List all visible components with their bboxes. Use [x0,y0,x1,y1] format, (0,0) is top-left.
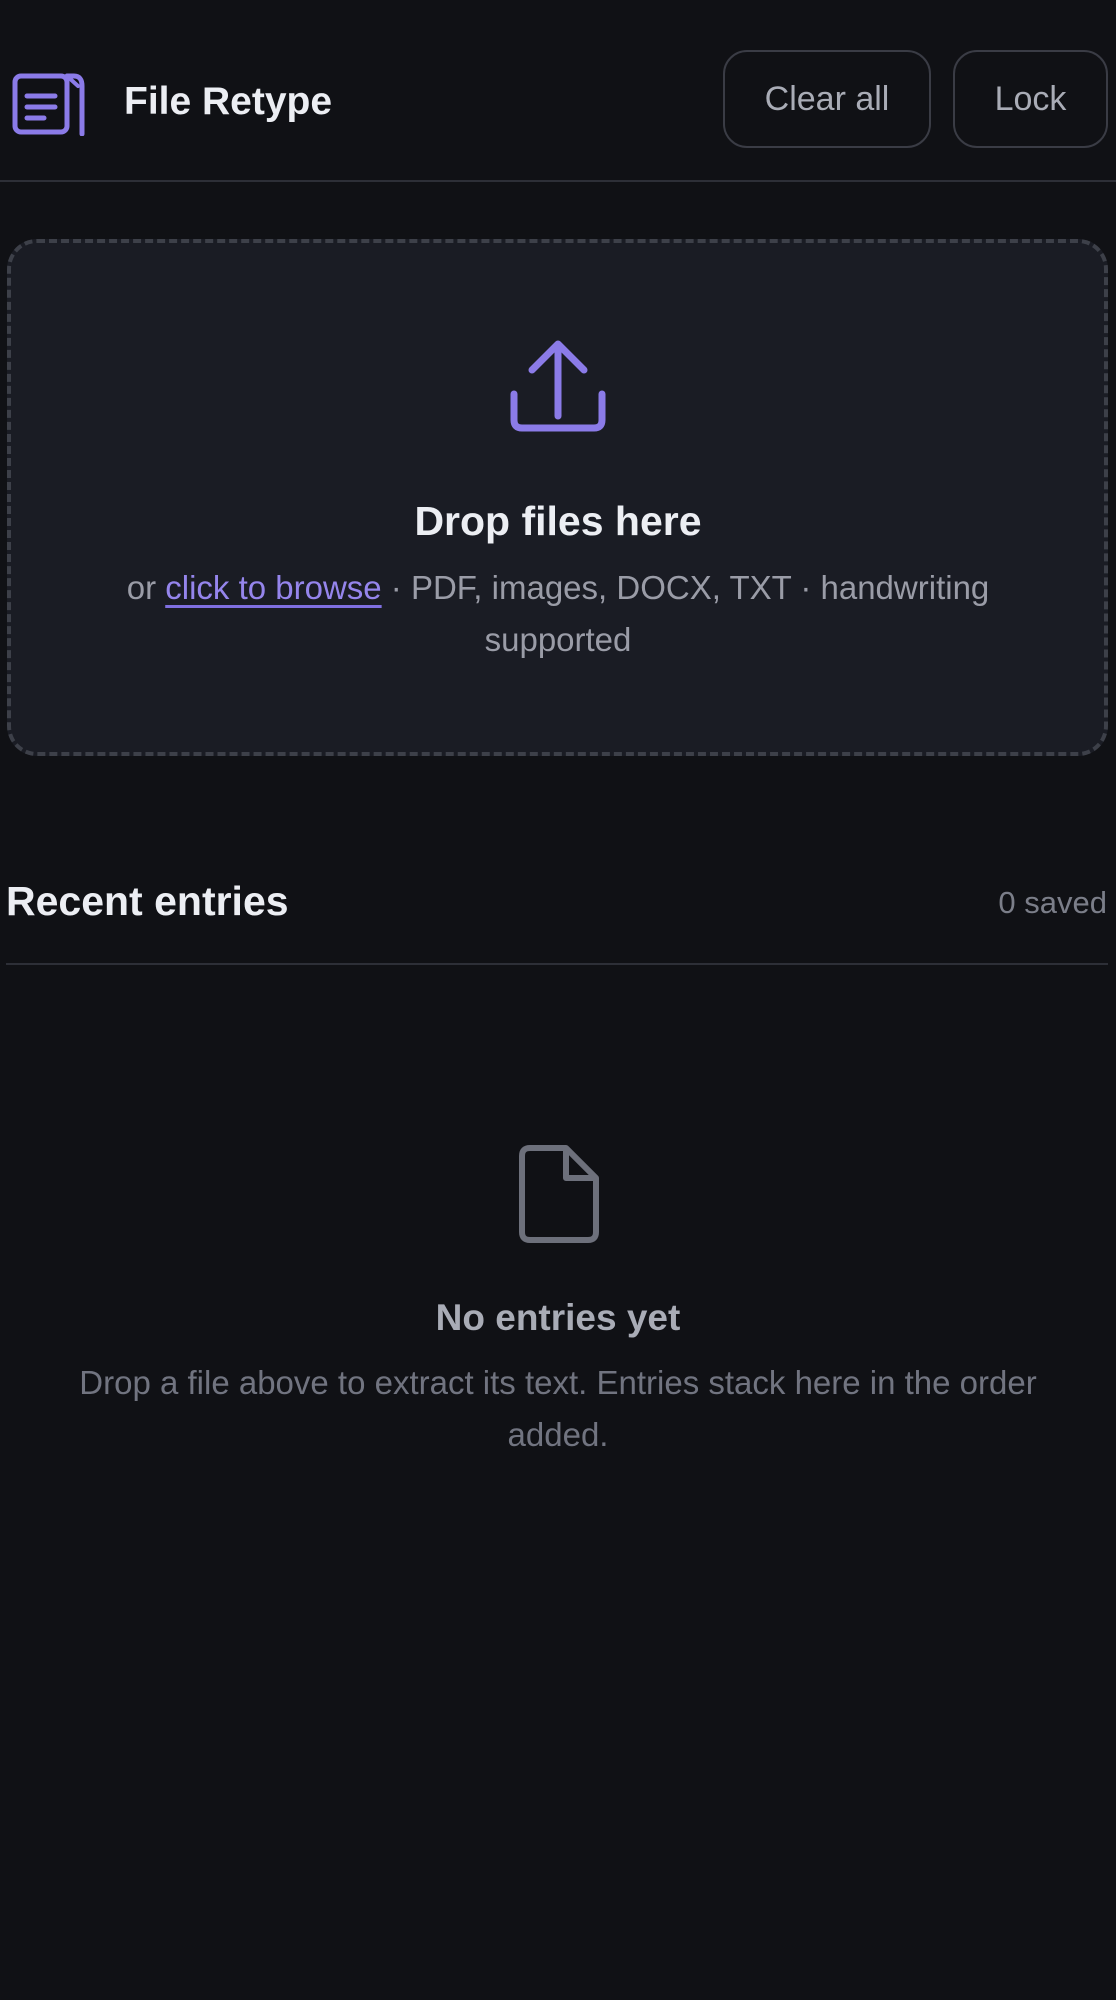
section-divider [6,963,1108,965]
drop-zone-prefix: or [126,569,166,606]
lock-button[interactable]: Lock [953,50,1108,148]
drop-zone-title: Drop files here [414,498,702,544]
saved-count: 0 saved [998,885,1107,920]
file-icon [519,1145,599,1243]
empty-state-title: No entries yet [435,1297,681,1338]
app-header: File Retype Clear all Lock [0,0,1116,182]
browse-link[interactable]: click to browse [165,569,381,606]
clear-all-button[interactable]: Clear all [723,50,931,148]
upload-icon [510,340,606,432]
app-title: File Retype [124,80,333,123]
recent-entries-heading: Recent entries [6,878,289,924]
drop-zone-subtitle: or click to browse · PDF, images, DOCX, … [90,562,1026,666]
empty-state-description: Drop a file above to extract its text. E… [79,1364,1037,1453]
document-icon [12,73,85,136]
drop-zone-formats: · PDF, images, DOCX, TXT · handwriting s… [381,569,990,658]
